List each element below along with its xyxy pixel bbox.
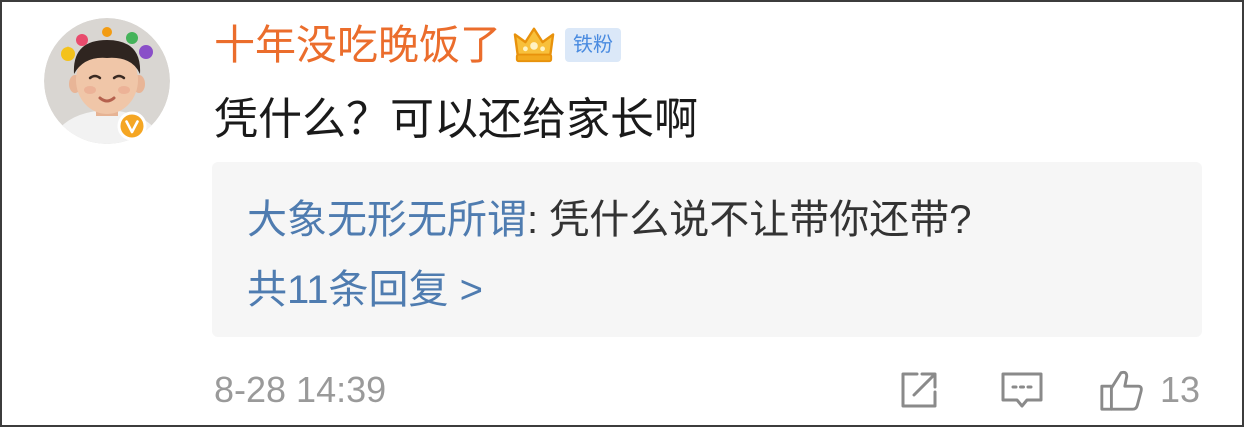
- more-replies-link[interactable]: 共11条回复 >: [247, 266, 483, 314]
- avatar[interactable]: [44, 18, 170, 144]
- timestamp: 8-28 14:39: [214, 369, 387, 410]
- comment-text[interactable]: 凭什么？可以还给家长啊: [214, 94, 698, 146]
- crown-icon[interactable]: [511, 24, 557, 66]
- like-button[interactable]: 13: [1098, 368, 1200, 412]
- comment-header: 十年没吃晚饭了 铁粉: [214, 20, 621, 70]
- reply-author-link[interactable]: 大象无形无所谓: [247, 198, 527, 242]
- thumbs-up-icon: [1098, 367, 1144, 413]
- verified-v-icon: [117, 111, 147, 141]
- share-button[interactable]: [897, 368, 941, 412]
- comment-card: 十年没吃晚饭了 铁粉 凭什么？可以还给家长啊 大象无形无所谓: 凭什么说不让带你…: [0, 0, 1244, 427]
- reply-text: : 凭什么说不让带你还带?: [527, 198, 972, 242]
- reply-preview[interactable]: 大象无形无所谓: 凭什么说不让带你还带? 共11条回复 >: [212, 162, 1202, 337]
- comment-icon: [999, 368, 1045, 412]
- reply-preview-line: 大象无形无所谓: 凭什么说不让带你还带?: [247, 196, 971, 244]
- share-icon: [897, 368, 941, 412]
- fan-badge[interactable]: 铁粉: [565, 28, 621, 62]
- avatar-photo-icon: [44, 18, 170, 144]
- username-link[interactable]: 十年没吃晚饭了: [214, 20, 501, 70]
- like-count: 13: [1160, 369, 1201, 410]
- reply-button[interactable]: [999, 368, 1045, 412]
